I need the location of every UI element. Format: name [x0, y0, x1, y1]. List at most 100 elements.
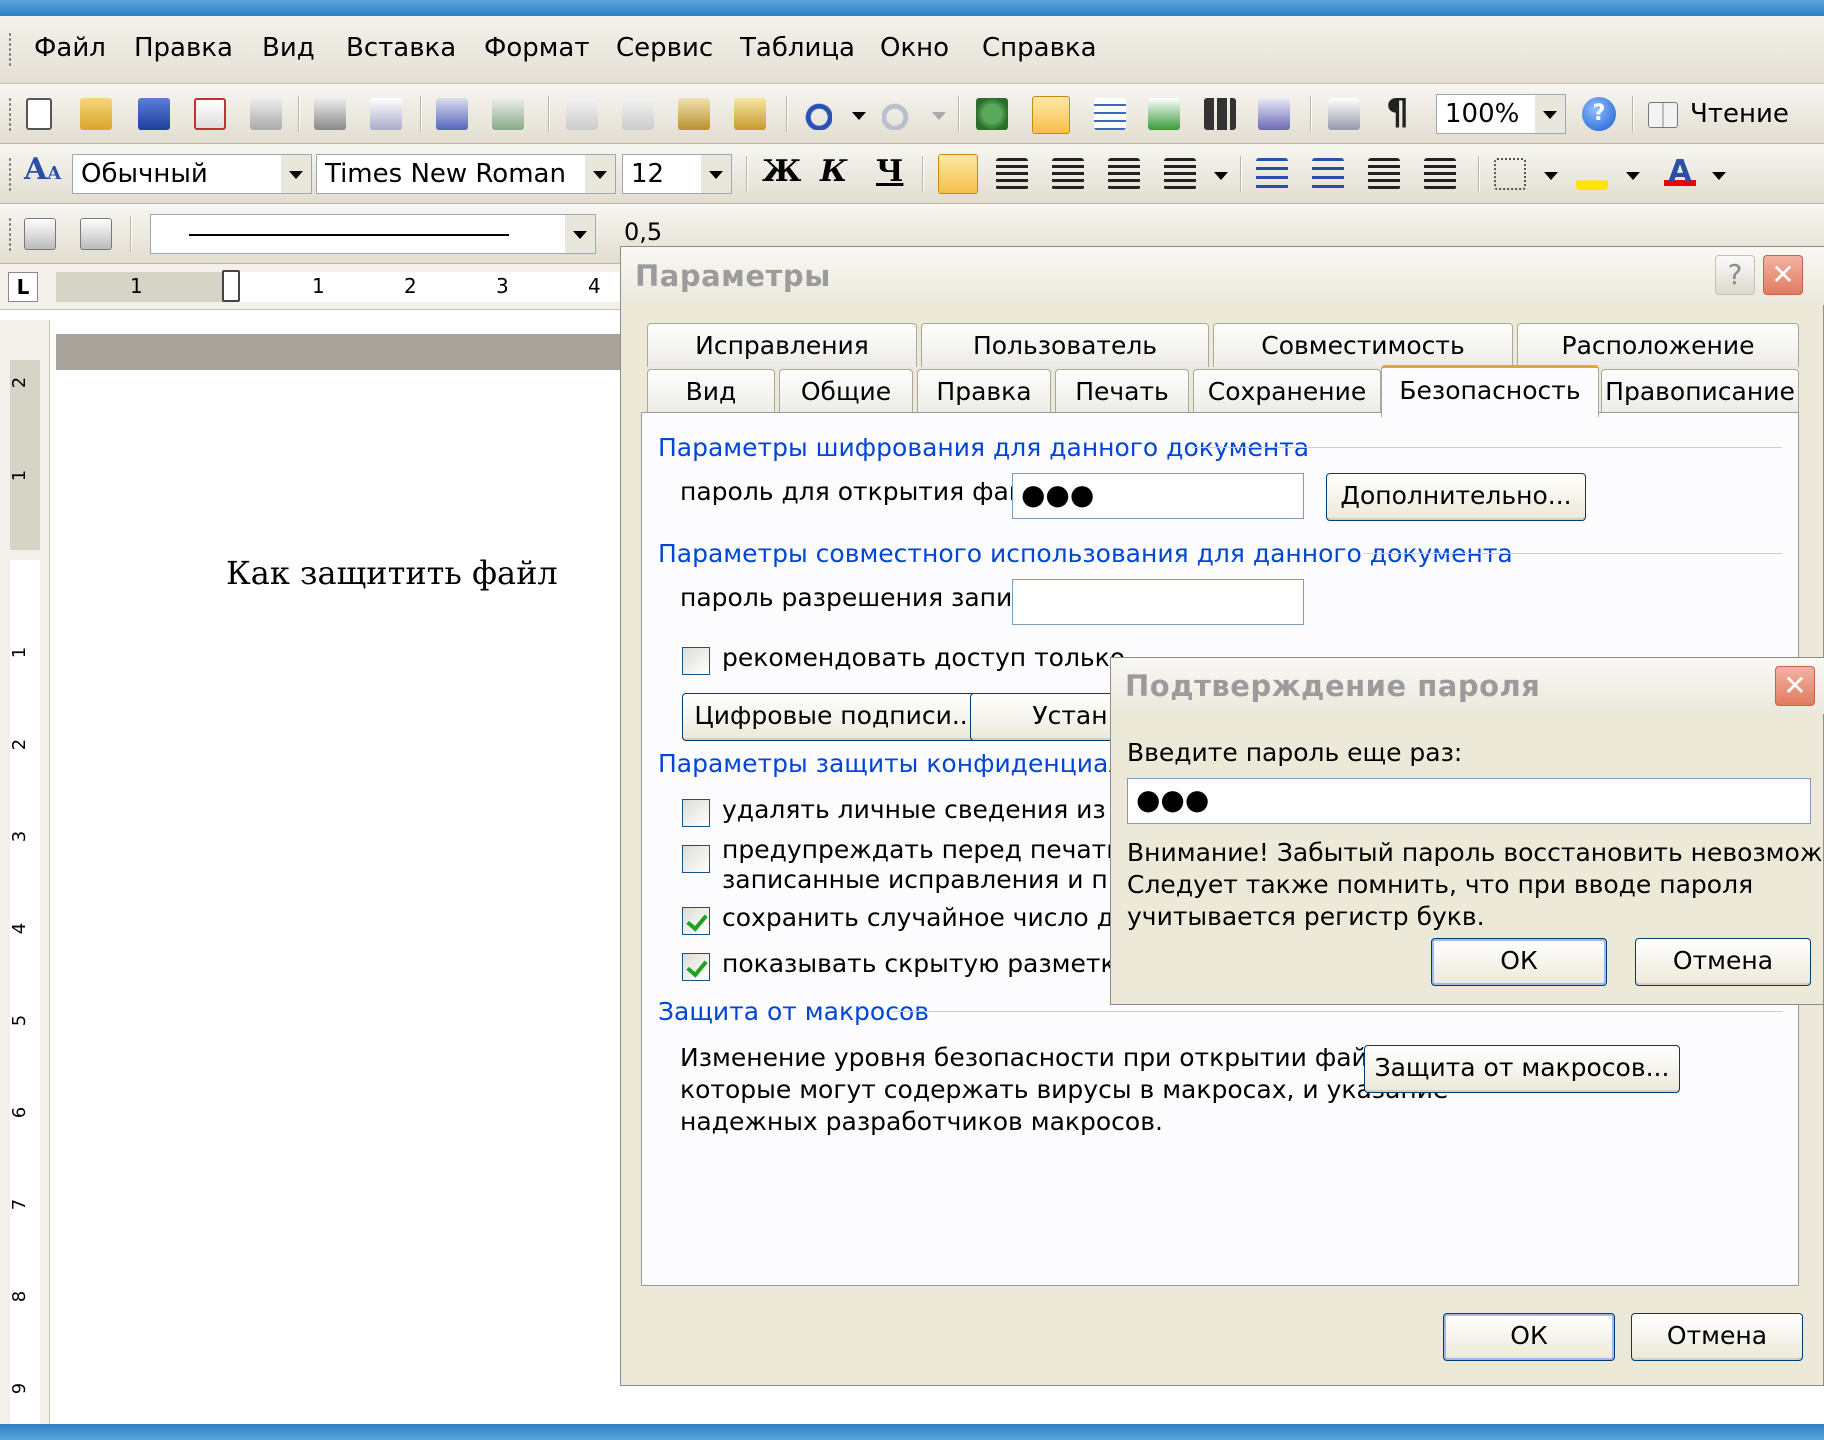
paste-icon[interactable] [678, 98, 710, 130]
hyperlink-icon[interactable] [976, 98, 1008, 130]
cut-icon[interactable] [566, 98, 598, 130]
open-icon[interactable] [80, 98, 112, 130]
tab-user[interactable]: Пользователь [921, 323, 1209, 367]
email-icon[interactable] [250, 98, 282, 130]
redo-dropdown-icon[interactable] [932, 112, 946, 120]
save-icon[interactable] [138, 98, 170, 130]
reading-button[interactable]: Чтение [1690, 96, 1789, 132]
format-painter-icon[interactable] [734, 98, 766, 130]
print-icon[interactable] [314, 98, 346, 130]
align-right-icon[interactable] [1052, 158, 1084, 190]
line-spacing-icon[interactable] [1164, 158, 1196, 190]
justify-icon[interactable] [1108, 158, 1140, 190]
digital-signatures-button[interactable]: Цифровые подписи... [682, 693, 988, 741]
eraser-icon[interactable] [80, 218, 112, 250]
menu-edit[interactable]: Правка [124, 28, 243, 68]
toolbar-grip[interactable] [8, 157, 12, 191]
tab-view[interactable]: Вид [647, 369, 775, 413]
menu-table[interactable]: Таблица [730, 28, 865, 68]
highlight-icon[interactable] [1576, 158, 1608, 190]
insert-table-icon[interactable] [1094, 98, 1126, 130]
show-formatting-icon[interactable]: ¶ [1386, 92, 1409, 133]
confirm-ok-button[interactable]: ОК [1431, 938, 1607, 986]
font-color-icon[interactable]: A [1664, 154, 1696, 189]
tab-security[interactable]: Безопасность [1381, 365, 1599, 417]
close-icon[interactable]: ✕ [1775, 666, 1815, 706]
increase-indent-icon[interactable] [1424, 158, 1456, 190]
indent-marker-icon[interactable] [222, 270, 240, 302]
borders-dropdown-icon[interactable] [1544, 172, 1558, 180]
show-hidden-markup-checkbox[interactable] [682, 953, 710, 981]
columns-icon[interactable] [1204, 98, 1236, 130]
tab-edit[interactable]: Правка [917, 369, 1051, 413]
tab-file-locations[interactable]: Расположение [1517, 323, 1799, 367]
insert-excel-icon[interactable] [1148, 98, 1180, 130]
tab-compatibility[interactable]: Совместимость [1213, 323, 1513, 367]
undo-icon[interactable] [800, 98, 832, 130]
tab-track-changes[interactable]: Исправления [647, 323, 917, 367]
line-style-combo[interactable] [150, 214, 596, 254]
menu-view[interactable]: Вид [252, 28, 325, 68]
zoom-dropdown-icon[interactable] [1535, 95, 1565, 133]
tab-selector-icon[interactable]: L [8, 272, 38, 302]
style-dropdown-icon[interactable] [281, 155, 311, 193]
confirm-cancel-button[interactable]: Отмена [1635, 938, 1811, 986]
menu-help[interactable]: Справка [972, 28, 1107, 68]
document-page[interactable]: Как защитить файл [50, 370, 630, 1424]
toolbar-grip[interactable] [8, 97, 12, 131]
menubar-grip[interactable] [8, 32, 12, 66]
line-style-dropdown-icon[interactable] [565, 215, 595, 253]
tab-print[interactable]: Печать [1055, 369, 1189, 413]
confirm-dialog-title[interactable]: Подтверждение пароля [1111, 658, 1824, 714]
tab-save[interactable]: Сохранение [1193, 369, 1381, 413]
vertical-ruler[interactable]: 2 1 1 2 3 4 5 6 7 8 9 [0, 320, 50, 1424]
style-combo[interactable]: Обычный [72, 154, 312, 194]
tab-spelling[interactable]: Правописание [1601, 369, 1799, 413]
draw-table-icon[interactable] [24, 218, 56, 250]
help-icon[interactable]: ? [1582, 97, 1616, 131]
help-icon[interactable]: ? [1715, 255, 1755, 295]
size-combo[interactable]: 12 [622, 154, 732, 194]
align-left-icon[interactable] [938, 154, 978, 194]
align-center-icon[interactable] [996, 158, 1028, 190]
research-icon[interactable] [492, 98, 524, 130]
zoom-combo[interactable]: 100% [1436, 94, 1566, 134]
tab-general[interactable]: Общие [779, 369, 913, 413]
cancel-button[interactable]: Отмена [1631, 1313, 1803, 1361]
ok-button[interactable]: ОК [1443, 1313, 1615, 1361]
bullets-icon[interactable] [1312, 158, 1344, 190]
toolbar-grip[interactable] [8, 217, 12, 251]
close-icon[interactable]: ✕ [1763, 255, 1803, 295]
options-dialog-title[interactable]: Параметры [621, 247, 1824, 305]
line-spacing-dropdown-icon[interactable] [1214, 172, 1228, 180]
menu-window[interactable]: Окно [870, 28, 959, 68]
open-password-input[interactable]: ●●● [1012, 473, 1304, 519]
copy-icon[interactable] [622, 98, 654, 130]
horizontal-ruler[interactable]: L 1 1 2 3 4 [0, 264, 630, 310]
remove-personal-info-checkbox[interactable] [682, 799, 710, 827]
menu-insert[interactable]: Вставка [336, 28, 466, 68]
styles-formatting-icon[interactable]: AA [24, 152, 61, 187]
macro-security-button[interactable]: Защита от макросов... [1364, 1045, 1680, 1093]
menu-tools[interactable]: Сервис [606, 28, 723, 68]
font-dropdown-icon[interactable] [585, 155, 615, 193]
underline-button[interactable]: Ч [876, 154, 903, 189]
reading-icon[interactable] [1648, 102, 1678, 128]
redo-icon[interactable] [882, 98, 914, 130]
undo-dropdown-icon[interactable] [852, 112, 866, 120]
new-icon[interactable] [26, 98, 52, 130]
modify-password-input[interactable] [1012, 579, 1304, 625]
italic-button[interactable]: К [820, 154, 847, 189]
size-dropdown-icon[interactable] [701, 155, 731, 193]
drawing-icon[interactable] [1258, 98, 1290, 130]
print-preview-icon[interactable] [370, 98, 402, 130]
spelling-icon[interactable] [436, 98, 468, 130]
font-color-dropdown-icon[interactable] [1712, 172, 1726, 180]
menu-file[interactable]: Файл [24, 28, 116, 68]
advanced-button[interactable]: Дополнительно... [1326, 473, 1586, 521]
document-text[interactable]: Как защитить файл [226, 554, 558, 592]
readonly-checkbox[interactable] [682, 647, 710, 675]
borders-icon[interactable] [1494, 158, 1526, 190]
permission-icon[interactable] [194, 98, 226, 130]
confirm-password-input[interactable]: ●●● [1127, 778, 1811, 824]
